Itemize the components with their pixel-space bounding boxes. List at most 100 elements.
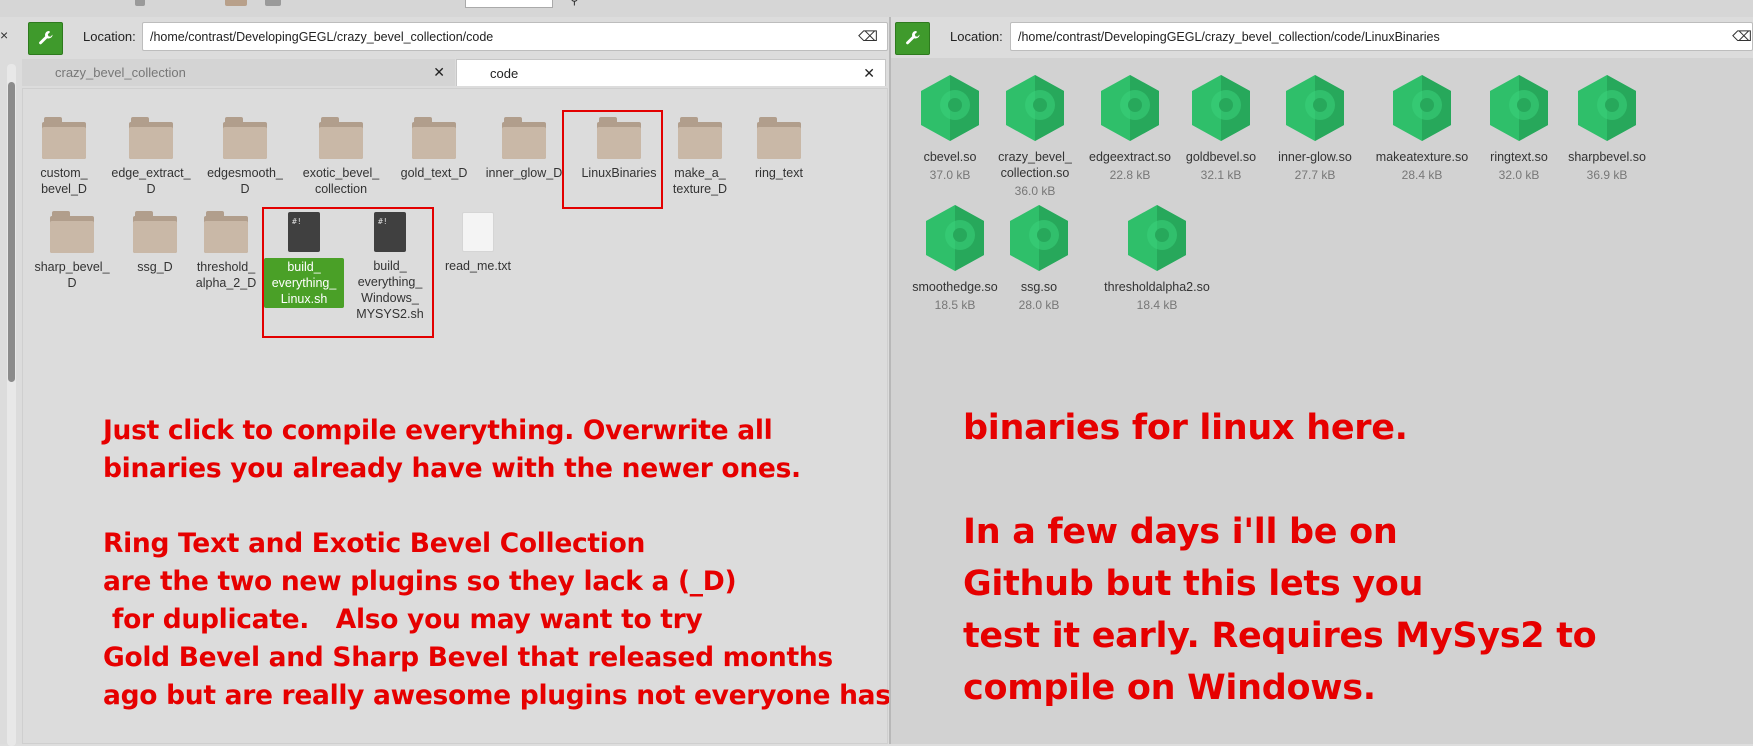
item-label: thresholdalpha2.so: [1104, 280, 1210, 294]
shared-library-icon: [1192, 75, 1250, 141]
item-label: smoothedge.so: [912, 280, 998, 294]
shared-library-icon: [1393, 75, 1451, 141]
item-label: inner_glow_D: [485, 166, 563, 180]
close-icon[interactable]: ✕: [863, 60, 875, 87]
folder-icon: [319, 117, 363, 159]
tab-bar: crazy_bevel_collection ✕ code ✕: [22, 58, 888, 88]
item-label: read_me.txt: [444, 259, 511, 273]
library-item[interactable]: smoothedge.so 18.5 kB: [903, 203, 1007, 313]
shared-library-icon: [1006, 75, 1064, 141]
folder-item[interactable]: ssg_D: [124, 211, 186, 275]
library-item[interactable]: crazy_bevel_ collection.so 36.0 kB: [989, 73, 1081, 199]
close-icon[interactable]: ✕: [433, 59, 445, 86]
right-file-pane: Location: /home/contrast/DevelopingGEGL/…: [891, 17, 1753, 744]
folder-item[interactable]: exotic_bevel_ collection: [293, 117, 389, 197]
item-label: sharp_bevel_ D: [34, 260, 110, 290]
item-label: inner-glow.so: [1278, 150, 1352, 164]
tab-label: code: [490, 66, 519, 81]
library-item[interactable]: thresholdalpha2.so 18.4 kB: [1087, 203, 1227, 313]
shared-library-icon: [1578, 75, 1636, 141]
library-item[interactable]: makeatexture.so 28.4 kB: [1364, 73, 1480, 183]
folder-icon: [204, 211, 248, 253]
scrollbar-thumb[interactable]: [8, 82, 15, 382]
left-file-pane: × Location: /home/contrast/DevelopingGEG…: [0, 17, 901, 746]
location-bar: × Location: /home/contrast/DevelopingGEG…: [0, 17, 890, 58]
file-size: 28.4 kB: [1401, 168, 1443, 182]
item-label: edge_extract_ D: [111, 166, 191, 196]
wrench-icon[interactable]: [895, 22, 930, 55]
shared-library-icon: [926, 205, 984, 271]
vertical-scrollbar[interactable]: [7, 64, 16, 746]
folder-item[interactable]: ring_text: [742, 117, 816, 181]
file-size: 36.0 kB: [1014, 184, 1056, 198]
file-size: 27.7 kB: [1294, 168, 1336, 182]
item-label: edgeextract.so: [1089, 150, 1171, 164]
item-label: exotic_bevel_ collection: [302, 166, 380, 196]
folder-item[interactable]: sharp_bevel_ D: [30, 211, 114, 291]
item-label: gold_text_D: [400, 166, 468, 180]
item-label: goldbevel.so: [1185, 150, 1257, 164]
folder-icon: [129, 117, 173, 159]
folder-item[interactable]: edge_extract_ D: [101, 117, 201, 197]
library-item[interactable]: cbevel.so 37.0 kB: [903, 73, 997, 183]
tab-crazy-bevel-collection[interactable]: crazy_bevel_collection ✕: [22, 59, 455, 86]
location-input[interactable]: /home/contrast/DevelopingGEGL/crazy_beve…: [142, 22, 888, 51]
item-label: sharpbevel.so: [1568, 150, 1646, 164]
item-label: ring_text: [755, 166, 803, 180]
library-item[interactable]: ringtext.so 32.0 kB: [1479, 73, 1559, 183]
folder-item[interactable]: gold_text_D: [392, 117, 476, 181]
toolbar-icon[interactable]: [265, 0, 281, 6]
folder-item[interactable]: make_a_ texture_D: [663, 117, 737, 197]
folder-item[interactable]: inner_glow_D: [477, 117, 571, 181]
search-icon[interactable]: ⚲: [570, 0, 579, 7]
shared-library-icon: [1490, 75, 1548, 141]
location-label: Location:: [83, 29, 136, 44]
item-label: make_a_ texture_D: [672, 166, 728, 196]
item-label: cbevel.so: [923, 150, 977, 164]
file-size: 32.1 kB: [1200, 168, 1242, 182]
wrench-icon[interactable]: [28, 22, 63, 55]
location-bar: Location: /home/contrast/DevelopingGEGL/…: [891, 17, 1753, 58]
folder-item[interactable]: custom_ bevel_D: [30, 117, 98, 197]
folder-icon: [223, 117, 267, 159]
tab-code[interactable]: code ✕: [456, 59, 886, 86]
shared-library-icon: [1128, 205, 1186, 271]
toolbar-icon[interactable]: [225, 0, 247, 6]
shared-library-icon: [1101, 75, 1159, 141]
library-item[interactable]: ssg.so 28.0 kB: [1000, 203, 1078, 313]
item-label: edgesmooth_ D: [207, 166, 283, 196]
file-size: 22.8 kB: [1109, 168, 1151, 182]
shared-library-icon: [1010, 205, 1068, 271]
library-item[interactable]: inner-glow.so 27.7 kB: [1274, 73, 1356, 183]
item-label: threshold_ alpha_2_D: [195, 260, 257, 290]
location-input[interactable]: /home/contrast/DevelopingGEGL/crazy_beve…: [1010, 22, 1753, 51]
highlight-box: [262, 207, 434, 338]
item-label: ssg.so: [1020, 280, 1058, 294]
tab-label: crazy_bevel_collection: [55, 65, 186, 80]
text-file-item[interactable]: read_me.txt: [436, 212, 520, 274]
backspace-icon[interactable]: ⌫: [858, 28, 878, 44]
file-size: 18.5 kB: [934, 298, 976, 312]
folder-icon: [502, 117, 546, 159]
backspace-icon[interactable]: ⌫: [1732, 28, 1752, 44]
folder-item[interactable]: threshold_ alpha_2_D: [188, 211, 264, 291]
folder-icon: [42, 117, 86, 159]
pane-close-icon[interactable]: ×: [0, 27, 8, 43]
file-size: 37.0 kB: [929, 168, 971, 182]
annotation-note: binaries for linux here. In a few days i…: [963, 408, 1597, 708]
library-item[interactable]: goldbevel.so 32.1 kB: [1179, 73, 1263, 183]
library-item[interactable]: edgeextract.so 22.8 kB: [1081, 73, 1179, 183]
shared-library-icon: [921, 75, 979, 141]
text-file-icon: [462, 212, 494, 252]
shared-library-icon: [1286, 75, 1344, 141]
item-label: crazy_bevel_ collection.so: [998, 150, 1072, 180]
file-size: 18.4 kB: [1136, 298, 1178, 312]
file-size: 28.0 kB: [1018, 298, 1060, 312]
file-size: 32.0 kB: [1498, 168, 1540, 182]
item-label: custom_ bevel_D: [40, 166, 88, 196]
toolbar-icon[interactable]: [135, 0, 145, 6]
folder-icon: [678, 117, 722, 159]
search-box[interactable]: [465, 0, 553, 8]
folder-item[interactable]: edgesmooth_ D: [197, 117, 293, 197]
library-item[interactable]: sharpbevel.so 36.9 kB: [1563, 73, 1651, 183]
